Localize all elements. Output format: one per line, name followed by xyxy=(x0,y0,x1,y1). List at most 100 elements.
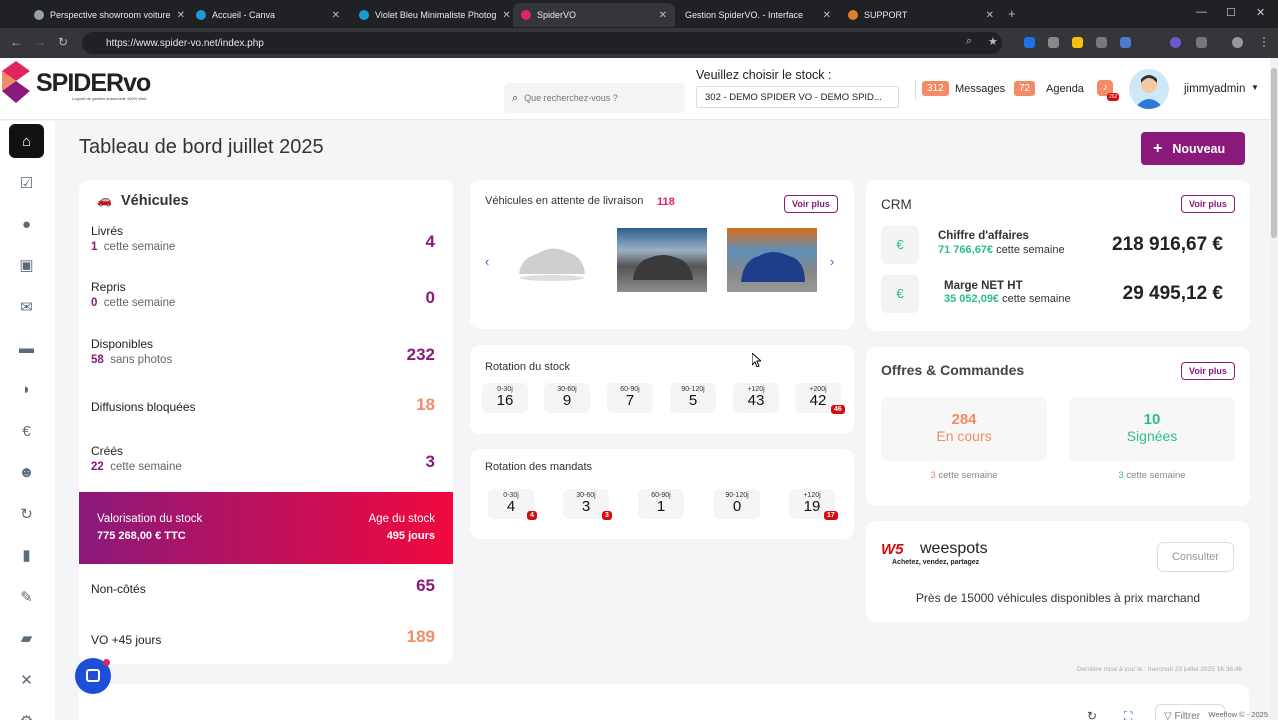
back-icon[interactable]: ← xyxy=(10,35,22,49)
forward-icon[interactable]: → xyxy=(34,35,46,49)
scrollbar-thumb[interactable] xyxy=(1271,68,1277,238)
rotation-mandats-item[interactable]: 90-120j 0 xyxy=(714,489,760,519)
vehicules-row-diffusions[interactable]: Diffusions bloquées 18 xyxy=(91,394,435,414)
vehicle-thumbnail[interactable] xyxy=(617,228,707,292)
close-icon[interactable]: ✕ xyxy=(332,10,340,21)
crm-card: CRM Voir plus € Chiffre d'affaires 71 76… xyxy=(866,180,1250,331)
valorisation-banner[interactable]: Valorisation du stock 775 268,00 € TTC A… xyxy=(79,492,453,564)
rotation-stock-item[interactable]: 90-120j 5 xyxy=(670,383,716,413)
agenda-badge[interactable]: 72 xyxy=(1014,81,1036,96)
extension-icon[interactable] xyxy=(1120,37,1131,48)
consulter-button[interactable]: Consulter xyxy=(1157,542,1234,572)
avatar[interactable] xyxy=(1129,69,1169,109)
close-icon[interactable]: ✕ xyxy=(659,10,667,21)
vehicules-row-noncotes[interactable]: Non-côtés 65 xyxy=(91,576,435,596)
extension-icon[interactable] xyxy=(1096,37,1107,48)
sidebar-item-calendar[interactable]: ☑ xyxy=(9,166,44,200)
rotation-mandats-item[interactable]: 60-90j 1 xyxy=(638,489,684,519)
chevron-right-icon[interactable]: › xyxy=(830,254,834,269)
chevron-down-icon[interactable]: ▼ xyxy=(1251,83,1259,92)
offres-voir-plus-button[interactable]: Voir plus xyxy=(1181,362,1235,380)
vehicules-row-repris[interactable]: Repris 0 cette semaine 0 xyxy=(91,280,435,309)
close-icon[interactable]: ✕ xyxy=(986,10,994,21)
sidebar-item-piggy-bank[interactable]: ◗ xyxy=(9,372,44,406)
vehicules-row-livres[interactable]: Livrés 1 cette semaine 4 xyxy=(91,224,435,253)
sidebar-item-users[interactable]: ☻ xyxy=(9,455,44,489)
address-bar[interactable]: https://www.spider-vo.net/index.php xyxy=(82,32,1002,54)
divider xyxy=(915,80,916,100)
extension-icon[interactable] xyxy=(1072,37,1083,48)
sidebar-item-euro[interactable]: € xyxy=(9,414,44,448)
browser-tab[interactable]: SUPPORT ✕ xyxy=(840,3,1002,27)
rotation-stock-item[interactable]: 0-30j 16 xyxy=(482,383,528,413)
logo-text: SPIDERvo xyxy=(36,69,151,97)
sidebar-item-briefcase[interactable]: ▣ xyxy=(9,248,44,282)
offres-en-cours[interactable]: 284 En cours xyxy=(881,397,1047,461)
extension-icon[interactable] xyxy=(1048,37,1059,48)
rotation-stock-item[interactable]: 30-60j 9 xyxy=(544,383,590,413)
browser-tab[interactable]: Violet Bleu Minimaliste Photog ✕ xyxy=(351,3,511,27)
new-button[interactable]: + Nouveau xyxy=(1141,132,1245,165)
close-icon[interactable]: ✕ xyxy=(177,10,185,21)
rotation-stock-item[interactable]: +120j 43 xyxy=(733,383,779,413)
sidebar-item-mail[interactable]: ✉ xyxy=(9,290,44,324)
browser-tab-active[interactable]: SpiderVO ✕ xyxy=(513,3,675,27)
chat-button[interactable] xyxy=(75,658,111,694)
username[interactable]: jimmyadmin xyxy=(1184,83,1245,95)
vehicules-row-crees[interactable]: Créés 22 cette semaine 3 xyxy=(91,444,435,473)
sidebar-item-home[interactable]: ⌂ xyxy=(9,124,44,158)
sidebar-item-tools[interactable]: ✕ xyxy=(9,663,44,697)
refresh-icon[interactable]: ↻ xyxy=(1087,709,1097,720)
footer-text: Weeflow © - 2025 xyxy=(1208,710,1268,719)
page-scrollbar[interactable] xyxy=(1270,58,1278,720)
reload-icon[interactable]: ↻ xyxy=(58,35,68,49)
logo[interactable] xyxy=(2,61,34,103)
vehicules-row-disponibles[interactable]: Disponibles 58 sans photos 232 xyxy=(91,337,435,366)
user-avatar-icon xyxy=(1134,75,1164,109)
chevron-left-icon[interactable]: ‹ xyxy=(485,254,489,269)
offres-signees[interactable]: 10 Signées xyxy=(1069,397,1235,461)
livraison-voir-plus-button[interactable]: Voir plus xyxy=(784,195,838,213)
sidebar-item-user[interactable]: ● xyxy=(9,207,44,241)
profile-icon[interactable] xyxy=(1232,37,1243,48)
vehicle-thumbnail[interactable] xyxy=(727,228,817,292)
browser-tab[interactable]: Perspective showroom voiture ✕ xyxy=(26,3,186,27)
close-icon[interactable]: ✕ xyxy=(823,10,831,21)
browser-tab[interactable]: Accueil - Canva ✕ xyxy=(188,3,348,27)
browser-tab[interactable]: Gestion SpiderVO. - Interface ✕ xyxy=(677,3,839,27)
maximize-button[interactable]: ☐ xyxy=(1226,6,1236,19)
minimize-button[interactable]: — xyxy=(1196,6,1207,18)
menu-icon[interactable]: ⋮ xyxy=(1258,35,1270,49)
search-input[interactable] xyxy=(524,93,665,103)
zoom-icon[interactable]: ⌕ xyxy=(966,35,972,48)
stock-select[interactable]: 302 - DEMO SPIDER VO - DEMO SPID... xyxy=(696,86,899,108)
sidebar-item-settings[interactable]: ⚙ xyxy=(9,704,44,720)
search-box[interactable]: ⌕ xyxy=(504,83,685,113)
vehicle-thumbnail-placeholder[interactable] xyxy=(507,228,597,292)
canva-icon xyxy=(359,10,369,20)
close-icon[interactable]: ✕ xyxy=(502,10,510,21)
extensions-puzzle-icon[interactable] xyxy=(1196,37,1207,48)
weespots-tagline: Achetez, vendez, partagez xyxy=(892,559,980,566)
new-tab-button[interactable]: + xyxy=(1008,6,1016,21)
crm-voir-plus-button[interactable]: Voir plus xyxy=(1181,195,1235,213)
sidebar-item-sync[interactable]: ↻ xyxy=(9,497,44,531)
briefcase-icon: ▣ xyxy=(19,257,34,274)
bookmark-star-icon[interactable]: ★ xyxy=(988,35,998,48)
fullscreen-icon[interactable]: ⛶ xyxy=(1124,709,1132,720)
euro-icon: € xyxy=(881,226,919,264)
agenda-link[interactable]: Agenda xyxy=(1046,83,1084,95)
sidebar-item-truck[interactable]: ▰ xyxy=(9,621,44,655)
vehicules-card: 🚗 Véhicules Livrés 1 cette semaine 4 Rep… xyxy=(79,180,453,664)
sidebar-item-car[interactable]: ▬ xyxy=(9,331,44,365)
messages-badge[interactable]: 312 xyxy=(922,81,949,96)
sidebar-item-chart[interactable]: ▮ xyxy=(9,538,44,572)
window-close-button[interactable]: ✕ xyxy=(1256,6,1265,19)
extension-icon[interactable] xyxy=(1024,37,1035,48)
vehicules-row-vo45[interactable]: VO +45 jours 189 xyxy=(91,627,435,647)
messages-link[interactable]: Messages xyxy=(955,83,1005,95)
rotation-stock-item[interactable]: 60-90j 7 xyxy=(607,383,653,413)
sidebar-item-wrench[interactable]: ✎ xyxy=(9,580,44,614)
extension-icon[interactable] xyxy=(1170,37,1181,48)
offres-card: Offres & Commandes Voir plus 284 En cour… xyxy=(866,347,1250,506)
